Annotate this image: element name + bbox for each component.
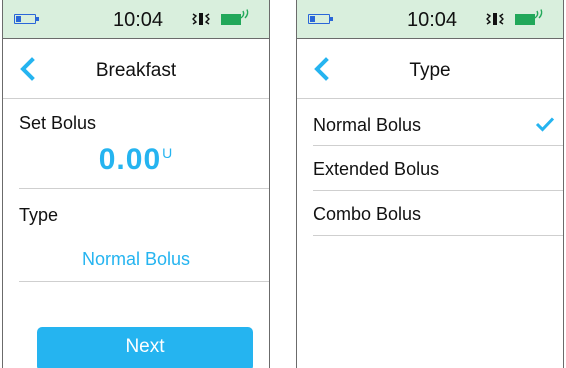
bolus-type-screen: 10:04 Type Normal Bolus Extended Bolus C…	[296, 0, 564, 368]
battery-low-icon	[14, 14, 39, 24]
status-time: 10:04	[113, 9, 164, 31]
status-time: 10:04	[407, 9, 458, 31]
bolus-unit: U	[162, 145, 174, 161]
status-bar: 10:04	[297, 0, 563, 39]
option-label: Combo Bolus	[313, 204, 422, 224]
type-label: Type	[19, 205, 59, 225]
vibrate-icon	[486, 13, 504, 25]
option-combo-bolus[interactable]: Combo Bolus	[297, 191, 563, 235]
bolus-setup-screen: 10:04 Breakfast Set Bolus 0.00U Type Nor…	[2, 0, 270, 368]
option-extended-bolus[interactable]: Extended Bolus	[297, 146, 563, 190]
page-title: Type	[409, 60, 451, 81]
next-button[interactable]: Next	[37, 327, 253, 368]
battery-low-icon	[308, 14, 333, 24]
divider	[19, 188, 269, 189]
option-normal-bolus[interactable]: Normal Bolus	[297, 102, 563, 146]
bolus-type-selector[interactable]: Normal Bolus	[3, 249, 269, 270]
status-bar: 10:04	[3, 0, 269, 39]
vibrate-icon	[192, 13, 210, 25]
divider	[313, 235, 563, 236]
battery-charging-icon	[221, 9, 249, 26]
page-title: Breakfast	[95, 60, 177, 81]
option-label: Normal Bolus	[313, 115, 422, 135]
option-label: Extended Bolus	[313, 159, 440, 179]
divider	[19, 281, 269, 282]
bolus-amount: 0.00	[98, 143, 162, 176]
bolus-amount-display[interactable]: 0.00U	[3, 143, 269, 177]
battery-charging-icon	[515, 9, 543, 26]
screen-header: Type	[297, 39, 563, 99]
set-bolus-label: Set Bolus	[19, 113, 97, 133]
screen-header: Breakfast	[3, 39, 269, 99]
checkmark-icon	[535, 117, 555, 132]
